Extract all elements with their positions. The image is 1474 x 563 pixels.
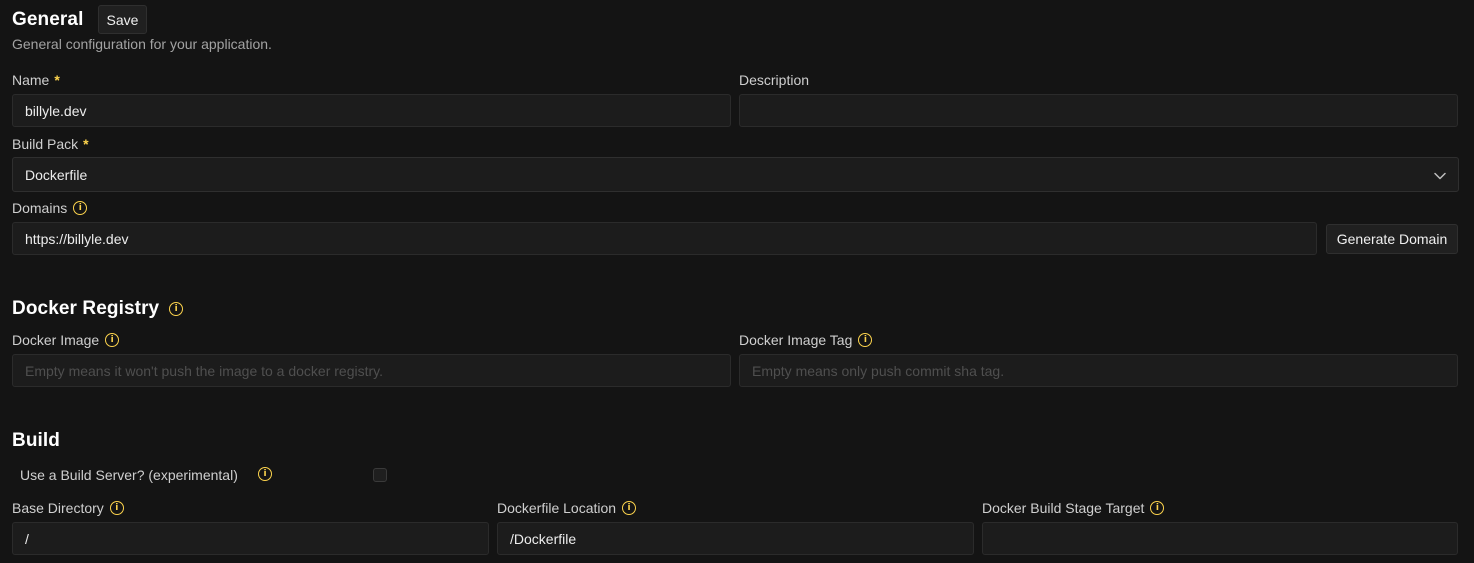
info-icon[interactable]: i	[1150, 501, 1165, 515]
docker-image-tag-label: Docker Image Tag i	[739, 332, 873, 348]
build-stage-target-input[interactable]	[982, 522, 1458, 555]
chevron-down-icon	[1434, 167, 1446, 183]
base-directory-input[interactable]	[12, 522, 489, 555]
build-server-label-text: Use a Build Server? (experimental)	[20, 467, 238, 483]
general-subtitle: General configuration for your applicati…	[12, 36, 272, 52]
required-mark: *	[54, 72, 60, 88]
name-label: Name *	[12, 72, 60, 88]
description-input[interactable]	[739, 94, 1458, 127]
info-icon[interactable]: i	[622, 501, 637, 515]
generate-domain-button[interactable]: Generate Domain	[1326, 224, 1458, 254]
save-button[interactable]: Save	[98, 5, 147, 34]
base-directory-label: Base Directory i	[12, 500, 124, 516]
description-label: Description	[739, 72, 810, 88]
build-pack-selected: Dockerfile	[25, 166, 88, 183]
info-icon[interactable]: i	[105, 333, 120, 347]
docker-image-tag-label-text: Docker Image Tag	[739, 332, 853, 348]
build-pack-select[interactable]: Dockerfile	[12, 157, 1459, 192]
dockerfile-location-input[interactable]	[497, 522, 974, 555]
info-icon[interactable]: i	[73, 201, 88, 215]
docker-image-label-text: Docker Image	[12, 332, 100, 348]
dockerfile-location-label-text: Dockerfile Location	[497, 500, 617, 516]
docker-registry-title: Docker Registry	[12, 298, 160, 319]
page-title: General	[12, 9, 84, 30]
required-mark: *	[83, 136, 89, 152]
domains-label: Domains i	[12, 200, 88, 216]
docker-image-tag-input[interactable]	[739, 354, 1458, 387]
base-directory-label-text: Base Directory	[12, 500, 104, 516]
docker-image-label: Docker Image i	[12, 332, 120, 348]
domains-label-text: Domains	[12, 200, 68, 216]
domains-input[interactable]	[12, 222, 1317, 255]
docker-image-input[interactable]	[12, 354, 731, 387]
build-server-label: Use a Build Server? (experimental)	[20, 467, 238, 483]
build-stage-target-label-text: Docker Build Stage Target	[982, 500, 1145, 516]
build-pack-label: Build Pack *	[12, 136, 89, 152]
info-icon[interactable]: i	[109, 501, 124, 515]
name-input[interactable]	[12, 94, 731, 127]
name-label-text: Name	[12, 72, 50, 88]
dockerfile-location-label: Dockerfile Location i	[497, 500, 637, 516]
build-pack-label-text: Build Pack	[12, 136, 79, 152]
build-server-checkbox[interactable]	[373, 468, 387, 482]
info-icon[interactable]: i	[258, 467, 272, 481]
docker-registry-heading: Docker Registry i	[12, 298, 184, 320]
info-icon[interactable]: i	[858, 333, 873, 347]
info-icon[interactable]: i	[169, 302, 184, 316]
build-heading: Build	[12, 430, 60, 451]
build-stage-target-label: Docker Build Stage Target i	[982, 500, 1165, 516]
